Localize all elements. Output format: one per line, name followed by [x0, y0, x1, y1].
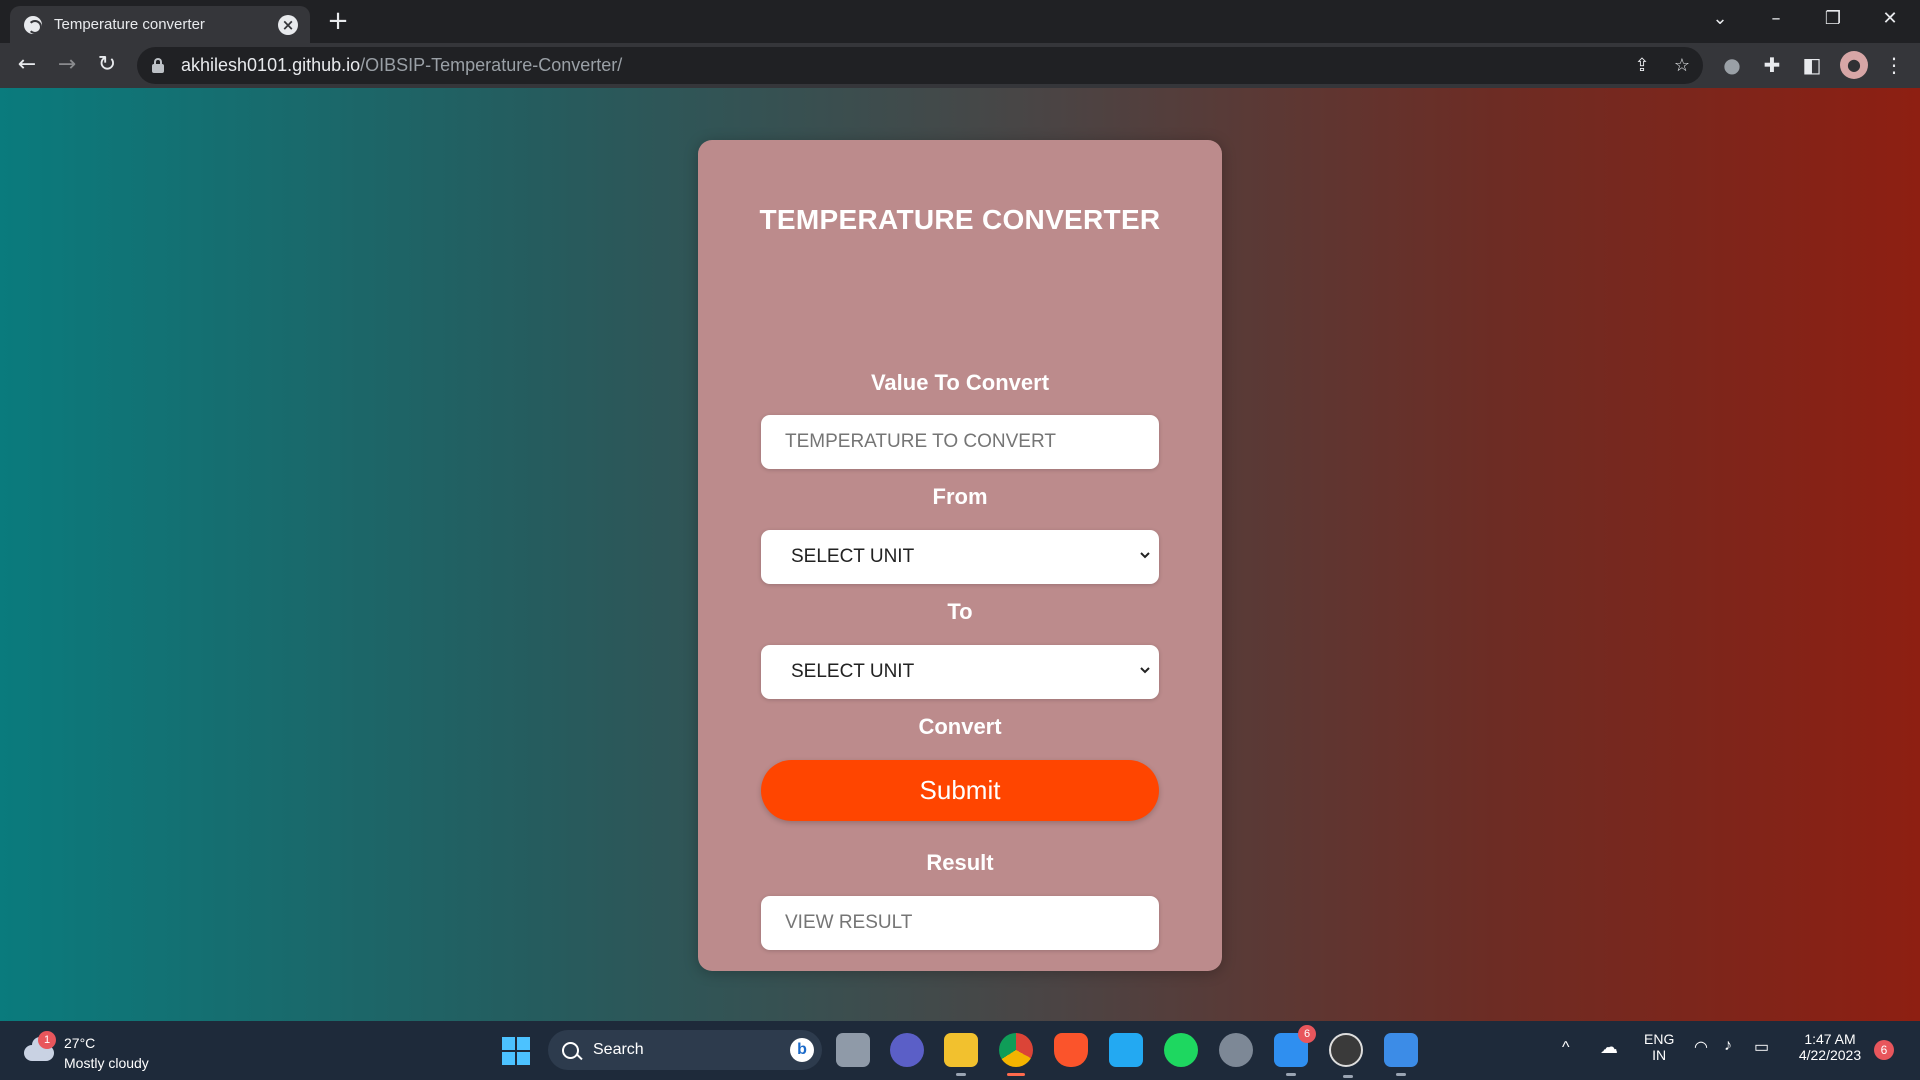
to-label: To [947, 599, 973, 624]
back-arrow-icon[interactable]: ← [12, 50, 42, 80]
lock-icon[interactable] [151, 57, 165, 74]
weather-temperature: 27°C [64, 1035, 96, 1051]
page-viewport: TEMPERATURE CONVERTER Value To Convert T… [0, 88, 1920, 1021]
extensions-puzzle-icon[interactable]: ✚ [1758, 51, 1786, 79]
search-icon [562, 1041, 579, 1059]
reload-icon[interactable]: ↻ [92, 50, 122, 80]
result-label: Result [926, 850, 994, 875]
mail-icon[interactable]: 6 [1274, 1025, 1316, 1076]
value-label: Value To Convert [870, 370, 1050, 395]
spotify-icon[interactable] [1164, 1033, 1198, 1067]
brave-icon[interactable] [1054, 1033, 1088, 1067]
url-text[interactable]: akhilesh0101.github.io/OIBSIP-Temperatur… [181, 55, 622, 76]
task-view-icon[interactable] [836, 1033, 870, 1067]
taskbar-search[interactable]: Search b [548, 1030, 822, 1070]
battery-icon[interactable]: ▭ [1754, 1037, 1769, 1057]
from-unit-value: SELECT UNIT [791, 546, 915, 567]
chevron-down-icon [1140, 667, 1150, 674]
temperature-input[interactable]: TEMPERATURE TO CONVERT [761, 415, 1159, 469]
bing-icon[interactable]: b [790, 1038, 814, 1062]
teams-chat-icon[interactable] [890, 1033, 924, 1067]
chevron-down-icon [1140, 552, 1150, 559]
extension-pin-icon[interactable]: ● [1718, 51, 1746, 79]
browser-tab-strip: Temperature converter × + ⌄ – ❐ ✕ [0, 0, 1920, 43]
menu-kebab-icon[interactable]: ⋮ [1880, 51, 1908, 79]
weather-badge: 1 [38, 1031, 56, 1049]
volume-icon[interactable]: ♪ [1724, 1037, 1732, 1055]
mail-badge: 6 [1298, 1025, 1316, 1043]
converter-card: TEMPERATURE CONVERTER Value To Convert T… [698, 140, 1222, 971]
tab-search-chevron-icon[interactable]: ⌄ [1700, 4, 1740, 34]
convert-label: Convert [918, 714, 1002, 739]
vscode-icon[interactable] [1109, 1033, 1143, 1067]
submit-button[interactable]: Submit [761, 760, 1159, 821]
browser-tab[interactable]: Temperature converter × [10, 6, 310, 43]
from-label: From [932, 484, 988, 509]
onedrive-cloud-icon[interactable]: ☁ [1600, 1037, 1618, 1058]
windows-start-icon[interactable] [502, 1037, 530, 1065]
restore-button[interactable]: ❐ [1813, 4, 1853, 34]
profile-avatar[interactable]: ● [1840, 51, 1868, 79]
chevron-up-icon[interactable]: ^ [1562, 1039, 1570, 1057]
clock[interactable]: 1:47 AM 4/22/2023 [1790, 1031, 1870, 1063]
share-icon[interactable]: ⇪ [1631, 55, 1653, 77]
settings-gear-icon[interactable] [1219, 1033, 1253, 1067]
browser-toolbar: ← → ↻ akhilesh0101.github.io/OIBSIP-Temp… [0, 43, 1920, 88]
notification-badge[interactable]: 6 [1874, 1040, 1894, 1060]
page-title: TEMPERATURE CONVERTER [759, 204, 1161, 235]
photos-icon[interactable] [1384, 1033, 1418, 1076]
from-unit-select[interactable]: SELECT UNIT [761, 530, 1159, 584]
globe-icon [24, 15, 42, 34]
close-window-button[interactable]: ✕ [1870, 4, 1910, 34]
obs-icon[interactable] [1329, 1033, 1363, 1078]
bookmark-star-icon[interactable]: ☆ [1671, 55, 1693, 77]
language-indicator[interactable]: ENG IN [1644, 1031, 1674, 1063]
close-tab-icon[interactable]: × [278, 14, 298, 35]
side-panel-icon[interactable]: ◧ [1798, 51, 1826, 79]
search-label: Search [593, 1041, 644, 1058]
file-explorer-icon[interactable] [944, 1033, 978, 1076]
forward-arrow-icon[interactable]: → [52, 50, 82, 80]
tab-title: Temperature converter [54, 16, 205, 33]
to-unit-select[interactable]: SELECT UNIT [761, 645, 1159, 699]
address-bar[interactable]: akhilesh0101.github.io/OIBSIP-Temperatur… [137, 47, 1703, 84]
taskbar: 1 27°C Mostly cloudy Search b 6 ^ ☁ ENG … [0, 1021, 1920, 1080]
result-output[interactable]: VIEW RESULT [761, 896, 1159, 950]
weather-description: Mostly cloudy [64, 1055, 149, 1071]
new-tab-button[interactable]: + [324, 8, 352, 36]
chrome-icon[interactable] [999, 1033, 1033, 1076]
minimize-button[interactable]: – [1756, 4, 1796, 34]
wifi-icon[interactable]: ◠ [1694, 1037, 1708, 1057]
weather-widget[interactable]: 1 27°C Mostly cloudy [22, 1029, 172, 1073]
to-unit-value: SELECT UNIT [791, 661, 915, 682]
